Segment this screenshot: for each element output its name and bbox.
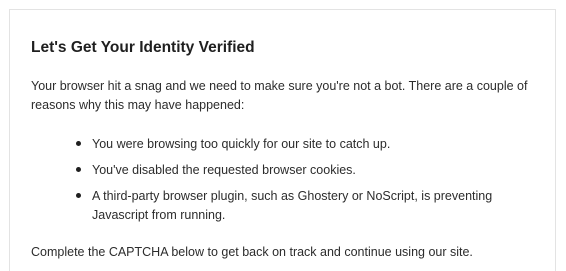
intro-text: Your browser hit a snag and we need to m… <box>31 79 528 112</box>
verification-page: Let's Get Your Identity Verified Your br… <box>0 0 566 271</box>
captcha-instruction: Complete the CAPTCHA below to get back o… <box>31 245 473 259</box>
reasons-list: You were browsing too quickly for our si… <box>76 135 546 232</box>
verification-card: Let's Get Your Identity Verified Your br… <box>9 9 556 271</box>
reason-item-cookies-disabled: You've disabled the requested browser co… <box>76 161 546 180</box>
reason-text: You've disabled the requested browser co… <box>92 163 356 177</box>
bullet-icon <box>76 167 81 172</box>
reason-item-plugin-blocking: A third-party browser plugin, such as Gh… <box>76 187 546 225</box>
reason-text: A third-party browser plugin, such as Gh… <box>92 189 493 222</box>
page-title: Let's Get Your Identity Verified <box>31 39 255 56</box>
bullet-icon <box>76 193 81 198</box>
reason-text: You were browsing too quickly for our si… <box>92 137 391 151</box>
bullet-icon <box>76 141 81 146</box>
reason-item-browsing-fast: You were browsing too quickly for our si… <box>76 135 546 154</box>
